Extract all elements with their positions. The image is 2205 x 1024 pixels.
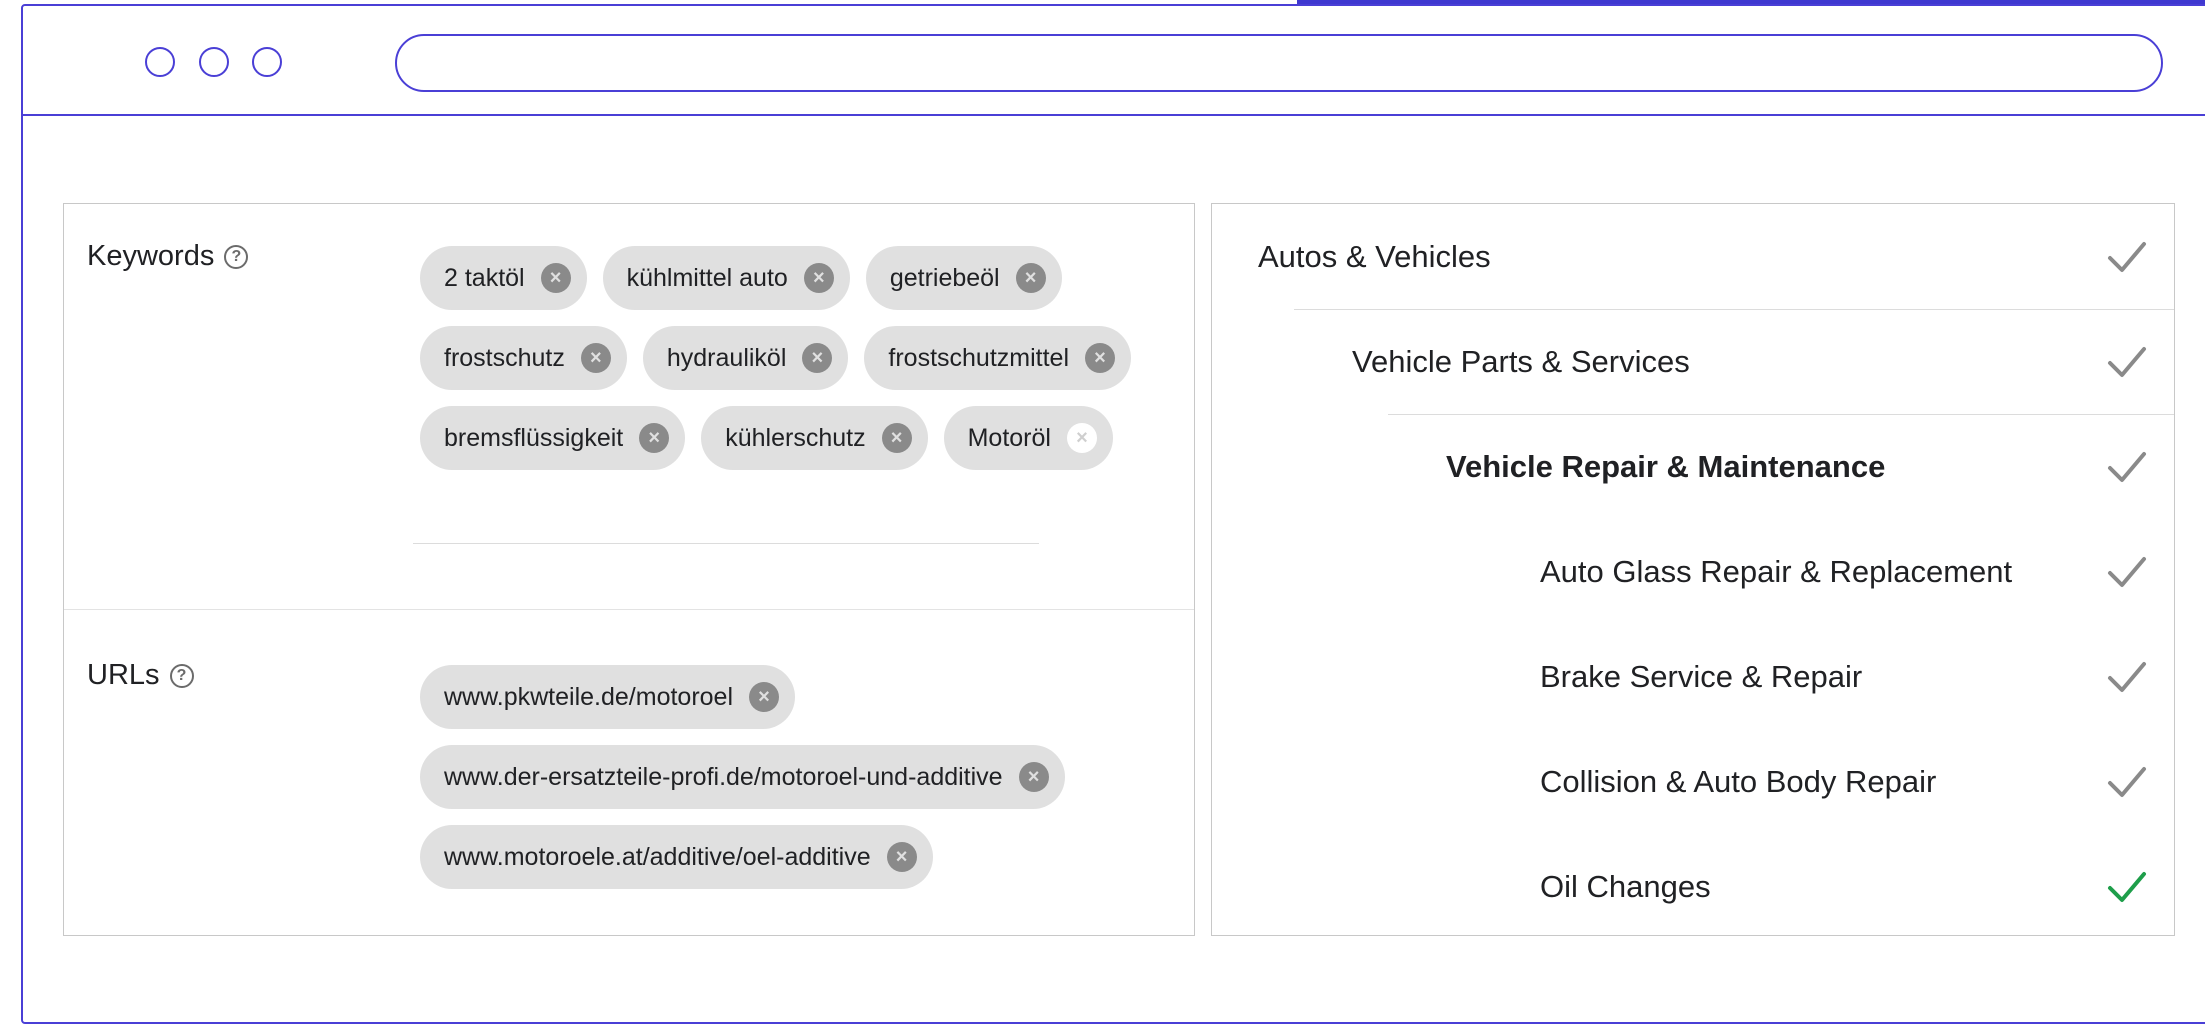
urls-label-text: URLs bbox=[87, 659, 160, 691]
remove-chip-icon[interactable]: × bbox=[1085, 343, 1115, 373]
window-control-minimize[interactable] bbox=[199, 47, 229, 77]
chip-label: www.motoroele.at/additive/oel-additive bbox=[444, 842, 871, 871]
chip: Motoröl × bbox=[943, 406, 1113, 470]
category-row[interactable]: Auto Glass Repair & Replacement bbox=[1540, 519, 2174, 624]
keywords-label-text: Keywords bbox=[87, 240, 215, 272]
category-label: Collision & Auto Body Repair bbox=[1540, 763, 1937, 799]
chip-row: frostschutz × hydrauliköl × frostschutzmitte… bbox=[420, 326, 1131, 390]
category-row[interactable]: Vehicle Repair & Maintenance bbox=[1446, 414, 2174, 519]
help-icon[interactable]: ? bbox=[169, 663, 194, 688]
remove-chip-icon[interactable]: × bbox=[639, 423, 670, 453]
chip-label: kühlmittel auto bbox=[626, 263, 788, 292]
category-tree-panel: Autos & Vehicles Vehicle Parts & Services… bbox=[1211, 203, 2175, 936]
chip: www.motoroele.at/additive/oel-additive × bbox=[420, 825, 933, 889]
remove-chip-icon[interactable]: × bbox=[540, 263, 571, 293]
chip: 2 taktöl × bbox=[420, 246, 587, 310]
chip: kühlerschutz × bbox=[701, 406, 928, 470]
chip-label: getriebeöl bbox=[889, 263, 1000, 292]
category-row[interactable]: Autos & Vehicles bbox=[1258, 204, 2174, 309]
chip-row: www.pkwteile.de/motoroel × bbox=[420, 665, 1065, 729]
window-control-close[interactable] bbox=[145, 47, 175, 77]
check-icon bbox=[2108, 241, 2146, 272]
remove-chip-icon[interactable]: × bbox=[886, 842, 917, 872]
category-label: Autos & Vehicles bbox=[1258, 238, 1491, 274]
chip-label: bremsflüssigkeit bbox=[444, 423, 624, 452]
category-label: Oil Changes bbox=[1540, 868, 1711, 904]
check-icon bbox=[2108, 346, 2146, 377]
remove-chip-icon[interactable]: × bbox=[749, 682, 780, 712]
chip-row: bremsflüssigkeit × kühlerschutz × Motoröl × bbox=[420, 406, 1131, 470]
chip: bremsflüssigkeit × bbox=[420, 406, 686, 470]
chip: hydrauliköl × bbox=[642, 326, 849, 390]
check-icon bbox=[2108, 451, 2146, 482]
check-icon bbox=[2108, 556, 2146, 587]
remove-chip-icon[interactable]: × bbox=[881, 423, 912, 453]
remove-chip-icon[interactable]: × bbox=[1066, 423, 1097, 453]
category-row[interactable]: Brake Service & Repair bbox=[1540, 624, 2174, 729]
category-label: Auto Glass Repair & Replacement bbox=[1540, 553, 2013, 589]
remove-chip-icon[interactable]: × bbox=[580, 343, 611, 373]
chip-label: 2 taktöl bbox=[444, 263, 525, 292]
chip-label: frostschutz bbox=[444, 343, 565, 372]
chip-label: www.pkwteile.de/motoroel bbox=[444, 682, 734, 711]
category-label: Vehicle Repair & Maintenance bbox=[1446, 448, 1886, 484]
keywords-input-underline[interactable] bbox=[413, 543, 1039, 544]
remove-chip-icon[interactable]: × bbox=[1018, 762, 1049, 792]
chip-row: 2 taktöl × kühlmittel auto × getriebeöl × bbox=[420, 246, 1131, 310]
chip-label: kühlerschutz bbox=[725, 423, 866, 452]
category-label: Brake Service & Repair bbox=[1540, 658, 1863, 694]
check-icon bbox=[2108, 661, 2146, 692]
remove-chip-icon[interactable]: × bbox=[1015, 263, 1046, 293]
urls-label: URLs ? bbox=[87, 659, 194, 692]
remove-chip-icon[interactable]: × bbox=[802, 343, 833, 373]
remove-chip-icon[interactable]: × bbox=[803, 263, 834, 293]
chip-label: frostschutzmittel bbox=[888, 343, 1069, 372]
targeting-inputs-panel: Keywords ? 2 taktöl × kühlmittel auto × getr… bbox=[63, 203, 1195, 936]
keywords-label: Keywords ? bbox=[87, 240, 249, 273]
address-bar[interactable] bbox=[395, 34, 2163, 92]
category-row[interactable]: Oil Changes bbox=[1540, 834, 2174, 939]
check-icon bbox=[2108, 766, 2146, 797]
category-label: Vehicle Parts & Services bbox=[1352, 343, 1690, 379]
chip-row: www.der-ersatzteile-profi.de/motoroel-un… bbox=[420, 745, 1065, 809]
section-divider bbox=[64, 609, 1194, 610]
chip-row: www.motoroele.at/additive/oel-additive × bbox=[420, 825, 1065, 889]
title-bar bbox=[23, 6, 2205, 116]
chip-label: www.der-ersatzteile-profi.de/motoroel-un… bbox=[444, 762, 1003, 791]
chip: kühlmittel auto × bbox=[602, 246, 850, 310]
check-icon bbox=[2108, 871, 2146, 902]
chip: frostschutz × bbox=[420, 326, 627, 390]
chip-label: Motoröl bbox=[967, 423, 1051, 452]
urls-chip-list: www.pkwteile.de/motoroel × www.der-ersatzt… bbox=[420, 665, 1065, 889]
category-row[interactable]: Vehicle Parts & Services bbox=[1352, 309, 2174, 414]
chip: www.der-ersatzteile-profi.de/motoroel-un… bbox=[420, 745, 1065, 809]
keywords-chip-list: 2 taktöl × kühlmittel auto × getriebeöl × fros… bbox=[420, 246, 1131, 470]
chip: www.pkwteile.de/motoroel × bbox=[420, 665, 796, 729]
chip-label: hydrauliköl bbox=[666, 343, 787, 372]
window-control-maximize[interactable] bbox=[252, 47, 282, 77]
chip: getriebeöl × bbox=[865, 246, 1062, 310]
category-row[interactable]: Collision & Auto Body Repair bbox=[1540, 729, 2174, 834]
chip: frostschutzmittel × bbox=[864, 326, 1131, 390]
help-icon[interactable]: ? bbox=[224, 244, 249, 269]
